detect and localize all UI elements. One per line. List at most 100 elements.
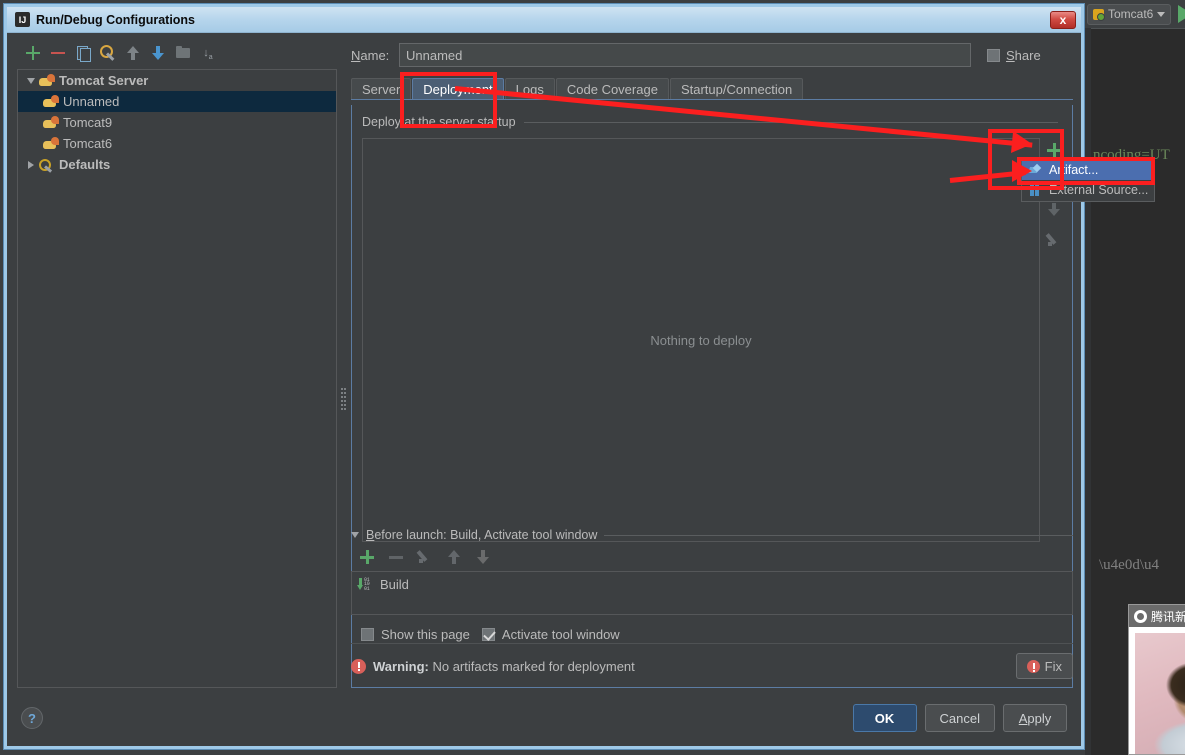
name-row: Name: Share (351, 43, 1073, 67)
tencent-news-popup[interactable]: 腾讯新 (1128, 604, 1185, 755)
chevron-down-icon (1157, 11, 1166, 17)
arrow-up-icon[interactable] (446, 549, 462, 565)
share-label: Share (1006, 47, 1041, 63)
checkbox-box[interactable] (481, 628, 495, 641)
configurations-tree[interactable]: Tomcat Server Unnamed Tomcat9 Tomcat6 De… (17, 69, 337, 688)
configurations-panel: ↓az Tomcat Server Unnamed Tomcat9 (17, 39, 337, 688)
tree-item-label: Tomcat6 (63, 136, 113, 151)
warning-row: Warning: No artifacts marked for deploym… (351, 649, 1073, 683)
news-popup-header: 腾讯新 (1129, 605, 1185, 627)
deployment-list[interactable]: Nothing to deploy (362, 138, 1040, 542)
run-icon[interactable] (1178, 5, 1185, 23)
close-icon[interactable]: x (1050, 10, 1076, 29)
plus-icon[interactable] (25, 45, 41, 61)
tree-item-label: Tomcat9 (63, 115, 113, 130)
deploy-section-header: Deploy at the server startup (362, 115, 1058, 129)
tree-item-label: Tomcat Server (59, 73, 149, 88)
artifact-icon (1028, 163, 1042, 177)
menu-item-label: External Source... (1049, 183, 1149, 197)
fix-button[interactable]: Fix (1015, 653, 1073, 679)
code-line-unicode: \u4e0d\u4 (1099, 557, 1159, 573)
before-launch-task-list[interactable]: 01 10 01 Build (351, 571, 1073, 615)
before-launch-label: Before launch: Build, Activate tool wind… (366, 528, 598, 542)
share-checkbox[interactable]: Share (987, 48, 1073, 63)
tree-item-tomcat6[interactable]: Tomcat6 (18, 133, 336, 154)
arrow-down-icon[interactable] (150, 45, 166, 61)
tomcat-icon (38, 73, 55, 88)
external-source-icon (1028, 183, 1042, 197)
dialog-actions: OK Cancel Apply (845, 704, 1067, 732)
minus-icon[interactable] (50, 45, 66, 61)
tab-server[interactable]: Server (351, 78, 412, 99)
expand-toggle-icon[interactable] (24, 160, 38, 169)
menu-item-external-source[interactable]: External Source... (1022, 180, 1154, 200)
help-button[interactable]: ? (21, 707, 43, 729)
tencent-news-logo-icon (1134, 609, 1147, 623)
checkbox-box[interactable] (987, 48, 1000, 62)
dialog-body: ↓az Tomcat Server Unnamed Tomcat9 (7, 33, 1081, 746)
wrench-icon[interactable] (100, 45, 116, 61)
ok-button[interactable]: OK (852, 704, 917, 732)
checkbox-box[interactable] (361, 628, 374, 641)
add-deployment-popup-menu[interactable]: Artifact... External Source... (1021, 158, 1155, 202)
run-debug-configurations-dialog: Run/Debug Configurations x ↓az Tomcat Se… (4, 4, 1084, 749)
before-launch-toolbar (351, 544, 1073, 570)
arrow-down-icon[interactable] (475, 549, 491, 565)
news-popup-image (1135, 633, 1185, 754)
menu-item-artifact[interactable]: Artifact... (1022, 160, 1154, 180)
news-popup-title: 腾讯新 (1151, 609, 1185, 624)
fix-button-label: Fix (1044, 658, 1062, 674)
tab-startup-connection[interactable]: Startup/Connection (669, 78, 804, 99)
minus-icon[interactable] (388, 549, 404, 565)
copy-icon[interactable] (75, 45, 91, 62)
task-row-build[interactable]: 01 10 01 Build (352, 574, 1072, 594)
configuration-tabs[interactable]: Server Deployment Logs Code Coverage Sta… (351, 78, 1073, 100)
collapse-toggle-icon[interactable] (351, 532, 359, 538)
run-configuration-label: Tomcat6 (1108, 7, 1154, 21)
name-input[interactable] (399, 43, 971, 67)
empty-state-text: Nothing to deploy (650, 332, 752, 348)
wrench-icon (38, 158, 55, 172)
task-label: Build (380, 576, 409, 592)
before-launch-header[interactable]: Before launch: Build, Activate tool wind… (351, 528, 1073, 542)
arrow-down-icon[interactable] (1046, 202, 1062, 218)
checkbox-label: Show this page (381, 627, 470, 642)
warning-text: Warning: No artifacts marked for deploym… (373, 658, 635, 674)
panel-splitter[interactable] (341, 388, 347, 416)
dialog-titlebar: Run/Debug Configurations x (7, 7, 1081, 33)
tree-item-tomcat9[interactable]: Tomcat9 (18, 112, 336, 133)
tomcat-icon (42, 94, 59, 109)
tab-logs[interactable]: Logs (504, 78, 555, 99)
tree-item-defaults[interactable]: Defaults (18, 154, 336, 175)
menu-item-label: Artifact... (1049, 163, 1099, 177)
plus-icon[interactable] (1046, 142, 1062, 158)
build-icon: 01 10 01 (357, 577, 374, 592)
run-configuration-selector[interactable]: Tomcat6 (1087, 3, 1172, 25)
pencil-icon[interactable] (1046, 232, 1062, 248)
checkbox-label: Activate tool window (501, 627, 620, 642)
tree-item-tomcat-server[interactable]: Tomcat Server (18, 70, 336, 91)
tab-deployment[interactable]: Deployment (412, 78, 504, 99)
expand-toggle-icon[interactable] (24, 77, 38, 84)
before-launch-options: Show this page Activate tool window (351, 627, 1073, 642)
arrow-up-icon[interactable] (125, 45, 141, 61)
deploy-section-label: Deploy at the server startup (362, 115, 516, 129)
section-divider (604, 534, 1073, 536)
show-this-page-checkbox[interactable]: Show this page (361, 627, 470, 642)
cancel-button[interactable]: Cancel (924, 704, 995, 732)
apply-button[interactable]: Apply (1003, 704, 1067, 732)
tree-item-label: Unnamed (63, 94, 120, 109)
name-label: Name: (351, 47, 390, 63)
sort-az-icon[interactable]: ↓az (200, 45, 216, 82)
plus-icon[interactable] (359, 549, 375, 565)
tree-item-label: Defaults (59, 157, 111, 172)
pencil-icon[interactable] (417, 549, 433, 565)
dialog-button-bar: ? OK Cancel Apply (7, 690, 1081, 746)
tree-item-unnamed[interactable]: Unnamed (18, 91, 336, 112)
tab-code-coverage[interactable]: Code Coverage (555, 78, 669, 99)
ide-run-toolbar: Tomcat6 (1085, 0, 1185, 28)
folder-icon[interactable] (175, 45, 191, 61)
section-divider (523, 121, 1058, 123)
activate-tool-window-checkbox[interactable]: Activate tool window (481, 627, 620, 642)
editor-gutter (1085, 28, 1091, 755)
